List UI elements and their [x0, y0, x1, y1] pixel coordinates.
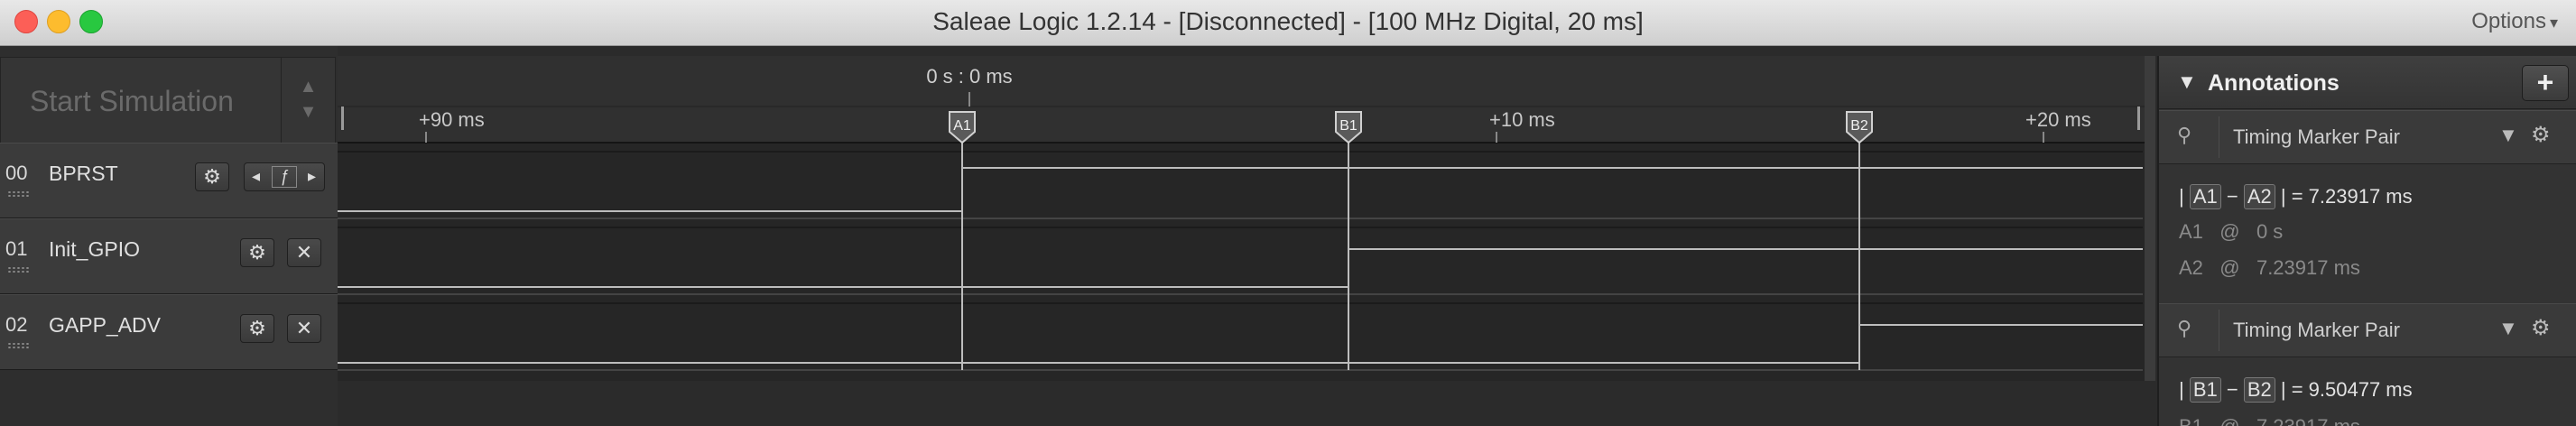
- gear-icon: ⚙: [248, 241, 266, 264]
- options-label: Options: [2471, 9, 2546, 33]
- collapse-triangle-icon[interactable]: ▼: [2177, 70, 2197, 94]
- annotations-header[interactable]: ▼ Annotations +: [2159, 56, 2576, 109]
- drag-handle-icon[interactable]: [7, 190, 29, 198]
- channel-settings-button[interactable]: ⚙: [195, 162, 229, 191]
- gear-icon[interactable]: ⚙: [2531, 315, 2551, 341]
- channel-row-01: 01 Init_GPIO ⚙ ✕: [0, 218, 338, 294]
- marker-tag: B1: [2189, 377, 2221, 403]
- marker-time-line: B1 @ 7.23917 ms: [2179, 415, 2360, 426]
- close-icon: ✕: [295, 241, 313, 264]
- channel-settings-button[interactable]: ⚙: [240, 314, 274, 343]
- marker-pair-body: | B1 − B2 | = 9.50477 ms B1 @ 7.23917 ms: [2159, 357, 2576, 426]
- waveform-view[interactable]: 0 s : 0 ms +90 ms +10 ms +20 ms A1 B1 B2: [338, 56, 2155, 381]
- dropdown-icon[interactable]: ▼: [2498, 124, 2518, 147]
- marker-tag: A2: [2243, 184, 2275, 209]
- marker-pair-header[interactable]: ⚲ Timing Marker Pair ▼ ⚙: [2159, 303, 2576, 357]
- timeline-tick: +20 ms: [2025, 108, 2091, 131]
- chevron-right-icon[interactable]: ▸: [308, 167, 316, 186]
- at-symbol: @: [2219, 415, 2239, 426]
- channel-row-02: 02 GAPP_ADV ⚙ ✕: [0, 294, 338, 370]
- channel-row-00: 00 BPRST ⚙ ◂ ƒ ▸: [0, 143, 338, 218]
- marker-pair-label: Timing Marker Pair: [2233, 125, 2400, 148]
- channel-name[interactable]: BPRST: [49, 162, 118, 186]
- title-bar: Saleae Logic 1.2.14 - [Disconnected] - […: [0, 0, 2576, 46]
- drag-handle-icon[interactable]: [7, 266, 29, 273]
- channel-number: 00: [5, 162, 28, 184]
- start-simulation-label: Start Simulation: [30, 85, 234, 117]
- at-symbol: @: [2219, 256, 2240, 279]
- marker-tag: A1: [2189, 184, 2221, 209]
- channel-name[interactable]: Init_GPIO: [49, 237, 140, 262]
- gear-icon: ⚙: [203, 165, 221, 188]
- pin-icon[interactable]: ⚲: [2177, 124, 2191, 147]
- options-menu[interactable]: Options ▾: [2471, 9, 2558, 34]
- annotations-panel: ▼ Annotations + ⚲ Timing Marker Pair ▼ ⚙…: [2157, 56, 2576, 426]
- simulation-stepper[interactable]: ▲ ▼: [281, 58, 335, 144]
- marker-label: B1: [1339, 118, 1357, 134]
- dropdown-icon[interactable]: ▼: [2498, 317, 2518, 340]
- marker-tag: B2: [2243, 377, 2275, 403]
- marker-time: 7.23917 ms: [2256, 415, 2360, 426]
- chevron-down-icon: ▾: [2549, 14, 2558, 32]
- gear-icon: ⚙: [248, 317, 266, 339]
- marker-time: 7.23917 ms: [2256, 256, 2360, 279]
- trigger-edge-icon[interactable]: ƒ: [272, 166, 297, 188]
- marker-name: B1: [2179, 415, 2203, 426]
- start-simulation-button[interactable]: Start Simulation ▲ ▼: [0, 57, 336, 144]
- timeline-tick: +10 ms: [1489, 108, 1555, 131]
- trigger-selector[interactable]: ◂ ƒ ▸: [244, 162, 325, 191]
- marker-pair-header[interactable]: ⚲ Timing Marker Pair ▼ ⚙: [2159, 110, 2576, 164]
- channel-close-button[interactable]: ✕: [287, 238, 321, 267]
- marker-name: A2: [2179, 256, 2203, 279]
- drag-handle-icon[interactable]: [7, 342, 29, 349]
- marker-pair-value: = 9.50477 ms: [2291, 378, 2413, 401]
- marker-pair-result: | B1 − B2 | = 9.50477 ms: [2179, 377, 2413, 403]
- marker-time-line: A1 @ 0 s: [2179, 220, 2283, 244]
- pin-icon[interactable]: ⚲: [2177, 317, 2191, 340]
- marker-label: A1: [953, 118, 971, 134]
- channel-number: 02: [5, 313, 28, 336]
- channel-settings-button[interactable]: ⚙: [240, 238, 274, 267]
- marker-pair-result: | A1 − A2 | = 7.23917 ms: [2179, 184, 2413, 209]
- at-symbol: @: [2219, 220, 2240, 243]
- chevron-up-icon[interactable]: ▲: [282, 74, 335, 99]
- chevron-left-icon[interactable]: ◂: [252, 167, 260, 186]
- timeline-center-label: 0 s : 0 ms: [926, 65, 1012, 88]
- window-title: Saleae Logic 1.2.14 - [Disconnected] - […: [932, 7, 1644, 35]
- marker-pair-body: | A1 − A2 | = 7.23917 ms A1 @ 0 s: [2159, 164, 2576, 247]
- close-icon: ✕: [295, 317, 313, 339]
- marker-time-line: A2 @ 7.23917 ms: [2179, 256, 2360, 280]
- channel-name[interactable]: GAPP_ADV: [49, 313, 161, 338]
- marker-time: 0 s: [2256, 220, 2284, 243]
- gear-icon[interactable]: ⚙: [2531, 122, 2551, 148]
- chevron-down-icon[interactable]: ▼: [282, 99, 335, 125]
- marker-label: B2: [1850, 118, 1868, 134]
- channel-close-button[interactable]: ✕: [287, 314, 321, 343]
- timeline-tick: +90 ms: [419, 108, 485, 131]
- channel-number: 01: [5, 237, 28, 260]
- marker-name: A1: [2179, 220, 2203, 243]
- add-annotation-button[interactable]: +: [2522, 65, 2569, 101]
- marker-pair-value: = 7.23917 ms: [2291, 185, 2413, 208]
- annotations-title: Annotations: [2208, 70, 2340, 96]
- marker-pair-label: Timing Marker Pair: [2233, 319, 2400, 341]
- vertical-scrollbar[interactable]: [2145, 56, 2155, 381]
